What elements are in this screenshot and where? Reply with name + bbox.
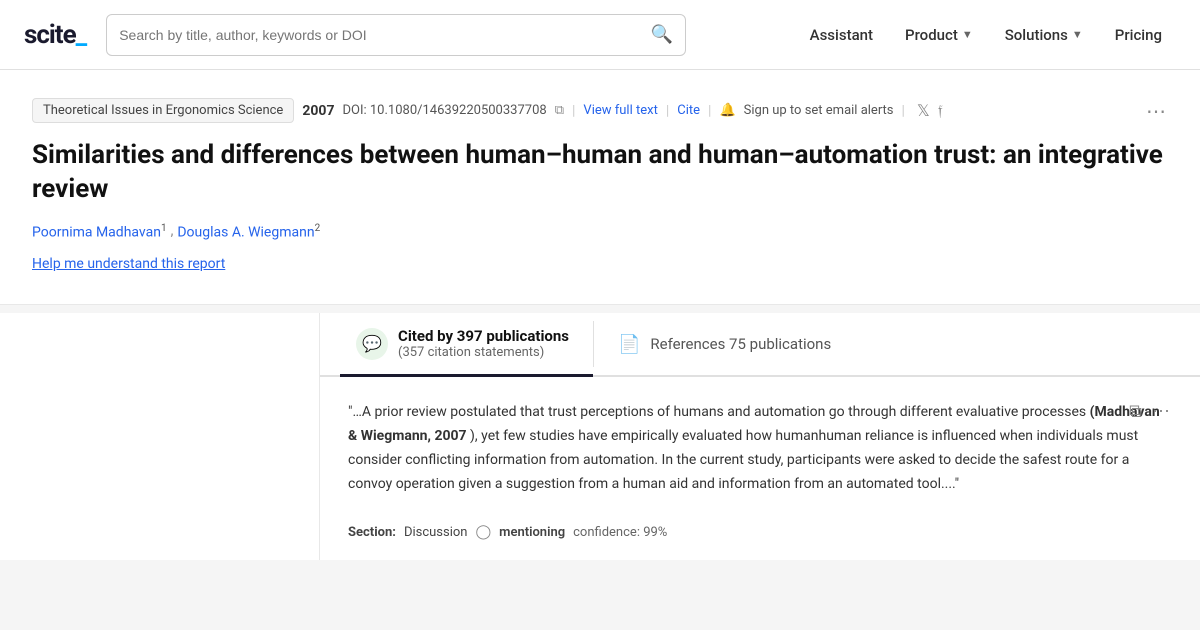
view-full-text-link[interactable]: View full text xyxy=(583,103,657,118)
separator: | xyxy=(902,103,905,119)
search-input[interactable] xyxy=(119,27,651,43)
nav-label-assistant: Assistant xyxy=(810,26,873,44)
separator: | xyxy=(572,103,575,119)
article-meta: Theoretical Issues in Ergonomics Science… xyxy=(32,98,1168,123)
tab-cited-sub: (357 citation statements) xyxy=(398,345,569,360)
nav-item-pricing[interactable]: Pricing xyxy=(1101,18,1176,52)
article-year: 2007 xyxy=(302,103,334,119)
tab-cited-by[interactable]: 💬 Cited by 397 publications (357 citatio… xyxy=(340,313,593,377)
right-content: 💬 Cited by 397 publications (357 citatio… xyxy=(320,313,1200,560)
quote-actions: ⧉ ⋯ xyxy=(1129,401,1172,422)
section-label: Section: xyxy=(348,525,396,540)
social-icons: 𝕏 𝔣 𝕑 xyxy=(917,101,951,121)
citations-tabs: 💬 Cited by 397 publications (357 citatio… xyxy=(320,313,1200,377)
nav-label-solutions: Solutions xyxy=(1005,26,1068,44)
author-superscript-2: 2 xyxy=(315,223,321,234)
tab-cited-content: Cited by 397 publications (357 citation … xyxy=(398,327,569,360)
search-icon[interactable]: 🔍 xyxy=(651,24,673,45)
logo[interactable]: scite_ xyxy=(24,20,86,50)
confidence-text: confidence: 99% xyxy=(573,525,667,540)
chevron-down-icon: ▼ xyxy=(962,28,973,41)
chevron-down-icon: ▼ xyxy=(1072,28,1083,41)
citations-section: 💬 Cited by 397 publications (357 citatio… xyxy=(0,313,1200,560)
article-doi: DOI: 10.1080/14639220500337708 xyxy=(342,103,546,118)
separator: | xyxy=(666,103,669,119)
header: scite_ 🔍 Assistant Product ▼ Solutions ▼… xyxy=(0,0,1200,70)
author-superscript-1: 1 xyxy=(161,223,167,234)
tab-cited-main: Cited by 397 publications xyxy=(398,327,569,345)
quote-text: "…A prior review postulated that trust p… xyxy=(348,401,1172,496)
author-separator: , xyxy=(171,223,174,241)
facebook-icon[interactable]: 𝔣 xyxy=(938,101,943,121)
alert-text: Sign up to set email alerts xyxy=(744,103,894,118)
nav-label-product: Product xyxy=(905,26,958,44)
author-name-2: Douglas A. Wiegmann xyxy=(177,224,314,240)
citation-quote: ⧉ ⋯ "…A prior review postulated that tru… xyxy=(320,377,1200,524)
journal-badge: Theoretical Issues in Ergonomics Science xyxy=(32,98,294,123)
copy-icon[interactable]: ⧉ xyxy=(555,103,564,118)
section-value: Discussion xyxy=(404,525,468,540)
references-icon: 📄 xyxy=(618,334,640,355)
check-circle-icon: ◯ xyxy=(475,524,491,540)
more-menu-icon[interactable]: ⋯ xyxy=(1146,99,1168,123)
nav-label-pricing: Pricing xyxy=(1115,26,1162,44)
separator: | xyxy=(708,103,711,119)
search-bar[interactable]: 🔍 xyxy=(106,14,686,56)
quote-text-before: "…A prior review postulated that trust p… xyxy=(348,404,1090,420)
main-nav: Assistant Product ▼ Solutions ▼ Pricing xyxy=(796,18,1176,52)
author-link-2[interactable]: Douglas A. Wiegmann2 xyxy=(177,223,320,241)
quote-text-after: ), yet few studies have empirically eval… xyxy=(348,428,1138,492)
nav-item-product[interactable]: Product ▼ xyxy=(891,18,987,52)
quote-copy-icon[interactable]: ⧉ xyxy=(1129,401,1142,422)
authors: Poornima Madhavan1 , Douglas A. Wiegmann… xyxy=(32,223,1168,241)
article-card: Theoretical Issues in Ergonomics Science… xyxy=(0,70,1200,305)
cite-link[interactable]: Cite xyxy=(677,103,700,118)
tab-references[interactable]: 📄 References 75 publications xyxy=(594,313,855,375)
author-link-1[interactable]: Poornima Madhavan1 xyxy=(32,223,167,241)
citation-footer: Section: Discussion ◯ mentioning confide… xyxy=(320,524,1200,560)
cited-by-icon: 💬 xyxy=(356,328,388,360)
twitter-icon[interactable]: 𝕏 xyxy=(917,101,930,121)
quote-more-icon[interactable]: ⋯ xyxy=(1152,401,1172,422)
left-sidebar xyxy=(0,313,320,560)
main-content: Theoretical Issues in Ergonomics Science… xyxy=(0,70,1200,560)
article-title: Similarities and differences between hum… xyxy=(32,139,1168,207)
bell-icon: 🔔 xyxy=(719,103,735,118)
content-layout: 💬 Cited by 397 publications (357 citatio… xyxy=(0,313,1200,560)
help-link[interactable]: Help me understand this report xyxy=(32,256,225,272)
nav-item-assistant[interactable]: Assistant xyxy=(796,18,887,52)
mentioning-badge: mentioning xyxy=(499,525,565,540)
nav-item-solutions[interactable]: Solutions ▼ xyxy=(991,18,1097,52)
tab-refs-label: References 75 publications xyxy=(650,335,831,353)
author-name-1: Poornima Madhavan xyxy=(32,224,161,240)
